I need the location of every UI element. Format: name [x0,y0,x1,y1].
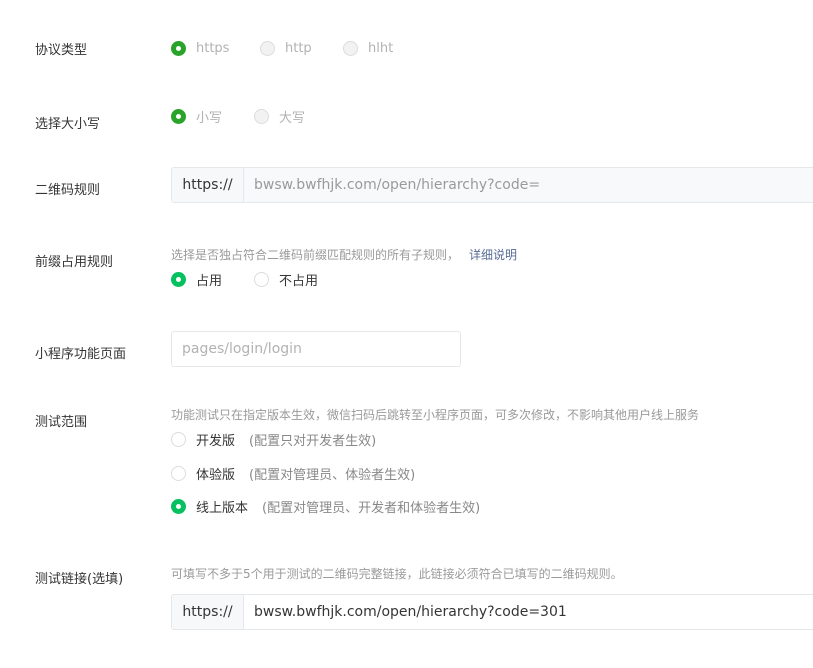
scope-option-desc: (配置只对开发者生效) [249,434,377,449]
prefix-rule-hint-text: 选择是否独占符合二维码前缀匹配规则的所有子规则， [171,248,460,262]
test-link-label: 测试链接(选填) [35,572,124,587]
scope-option-desc: (配置对管理员、开发者和体验者生效) [262,501,481,516]
prefix-option-label: 不占用 [279,274,319,289]
radio-checked-icon[interactable] [171,499,186,514]
scope-option-trial[interactable]: 体验版 (配置对管理员、体验者生效) [171,464,415,483]
radio-unchecked-icon[interactable] [260,41,275,56]
prefix-option-label: 占用 [196,274,223,289]
case-option-upper[interactable]: 大写 [254,107,305,126]
qr-rule-label: 二维码规则 [35,183,101,198]
case-option-label: 小写 [196,111,223,126]
scope-option-name: 线上版本 [196,501,249,516]
protocol-label: 协议类型 [35,43,88,58]
scope-option-online[interactable]: 线上版本 (配置对管理员、开发者和体验者生效) [171,497,480,516]
radio-unchecked-icon[interactable] [254,272,269,287]
protocol-option-hlht[interactable]: hlht [343,41,393,56]
scope-option-dev[interactable]: 开发版 (配置只对开发者生效) [171,430,376,449]
test-link-prefix: https:// [172,595,244,629]
radio-checked-icon[interactable] [171,272,186,287]
case-option-label: 大写 [279,111,306,126]
scope-option-name: 开发版 [196,434,236,449]
protocol-option-label: http [285,41,312,56]
radio-unchecked-icon[interactable] [171,432,186,447]
protocol-option-https[interactable]: https [171,41,229,56]
radio-checked-icon[interactable] [171,41,186,56]
radio-unchecked-icon[interactable] [343,41,358,56]
test-link-hint: 可填写不多于5个用于测试的二维码完整链接，此链接必须符合已填写的二维码规则。 [171,567,623,581]
protocol-option-label: https [196,41,230,56]
prefix-rule-label: 前缀占用规则 [35,255,114,270]
radio-unchecked-icon[interactable] [171,466,186,481]
protocol-option-http[interactable]: http [260,41,312,56]
mini-page-label: 小程序功能页面 [35,347,127,362]
test-scope-label: 测试范围 [35,415,88,430]
case-option-lower[interactable]: 小写 [171,107,222,126]
radio-unchecked-icon[interactable] [254,109,269,124]
qr-rule-field: https:// bwsw.bwfhjk.com/open/hierarchy?… [171,167,813,203]
scope-option-name: 体验版 [196,468,236,483]
protocol-option-label: hlht [368,41,394,56]
detail-link[interactable]: 详细说明 [469,248,517,262]
prefix-rule-hint: 选择是否独占符合二维码前缀匹配规则的所有子规则， 详细说明 [171,246,517,263]
test-scope-hint: 功能测试只在指定版本生效，微信扫码后跳转至小程序页面，可多次修改，不影响其他用户… [171,408,700,422]
radio-checked-icon[interactable] [171,109,186,124]
prefix-option-occupy[interactable]: 占用 [171,270,222,289]
qr-rule-input: bwsw.bwfhjk.com/open/hierarchy?code= [244,168,813,202]
case-label: 选择大小写 [35,117,101,132]
scope-option-desc: (配置对管理员、体验者生效) [249,468,416,483]
test-link-field: https:// bwsw.bwfhjk.com/open/hierarchy?… [171,594,813,630]
mini-page-input[interactable] [171,331,461,367]
qr-rule-prefix: https:// [172,168,244,202]
test-link-input[interactable]: bwsw.bwfhjk.com/open/hierarchy?code=301 [244,595,813,629]
prefix-option-not-occupy[interactable]: 不占用 [254,270,318,289]
